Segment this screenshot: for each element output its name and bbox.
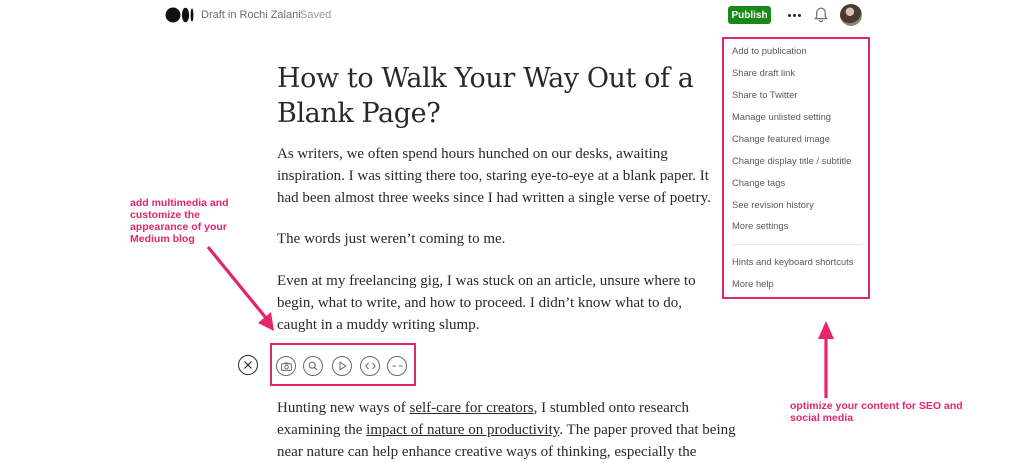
arrow-to-embed-toolbar <box>206 245 268 320</box>
arrow-head-menu <box>818 321 834 339</box>
arrow-head-embed <box>258 312 274 331</box>
annotation-arrows <box>206 245 834 398</box>
